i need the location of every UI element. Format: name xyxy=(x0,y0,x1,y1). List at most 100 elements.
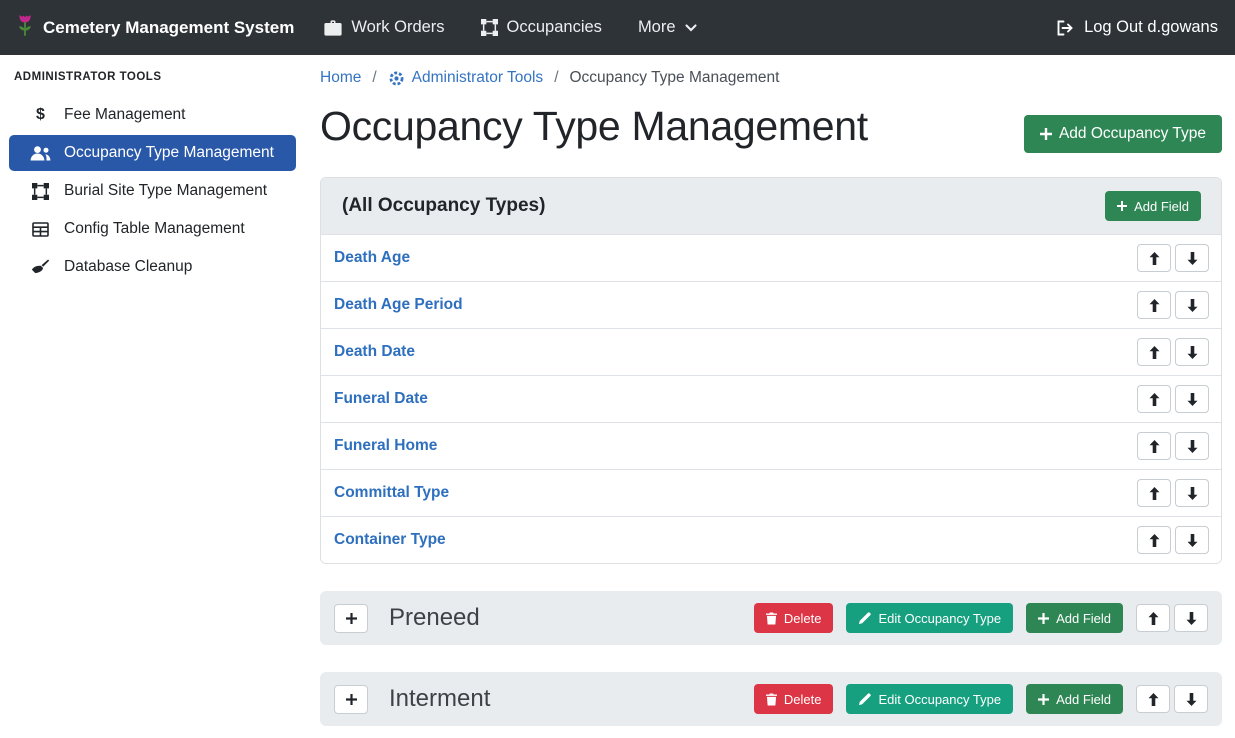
arrow-up-icon xyxy=(1149,299,1160,312)
section-actions: Delete Edit Occupancy Type Add Field xyxy=(754,603,1208,633)
sidebar-header: Administrator Tools xyxy=(0,63,305,95)
sidebar-item-label: Occupancy Type Management xyxy=(64,144,274,162)
move-up-button[interactable] xyxy=(1137,291,1171,319)
edit-occupancy-type-button[interactable]: Edit Occupancy Type xyxy=(846,603,1013,633)
move-up-button[interactable] xyxy=(1136,604,1170,632)
sidebar: Administrator Tools $Fee Management Occup… xyxy=(0,55,305,738)
sidebar-item-burial-site-type-management[interactable]: Burial Site Type Management xyxy=(9,173,296,209)
nav-item-occupancies[interactable]: Occupancies xyxy=(481,18,602,37)
arrow-down-icon xyxy=(1187,252,1198,265)
table-icon xyxy=(32,222,49,237)
chevron-down-icon xyxy=(685,24,697,32)
arrow-up-icon xyxy=(1149,487,1160,500)
arrow-up-icon xyxy=(1148,612,1159,625)
move-down-button[interactable] xyxy=(1175,526,1209,554)
nav-item-work-orders[interactable]: Work Orders xyxy=(324,18,444,37)
pencil-icon xyxy=(858,612,871,625)
delete-section-button[interactable]: Delete xyxy=(754,603,834,633)
field-link[interactable]: Funeral Home xyxy=(334,437,437,455)
field-row: Death Age Period xyxy=(321,281,1221,328)
add-occupancy-type-button[interactable]: Add Occupancy Type xyxy=(1024,115,1222,153)
move-down-button[interactable] xyxy=(1175,385,1209,413)
occupancy-type-sections: PreneedDeleteEdit Occupancy TypeAdd Fiel… xyxy=(320,591,1222,726)
field-link[interactable]: Death Date xyxy=(334,343,415,361)
move-up-button[interactable] xyxy=(1137,385,1171,413)
breadcrumb-home-link[interactable]: Home xyxy=(320,69,361,87)
card-title: (All Occupancy Types) xyxy=(342,195,545,217)
arrow-up-icon xyxy=(1149,252,1160,265)
sidebar-item-label: Burial Site Type Management xyxy=(64,182,267,200)
reorder-controls xyxy=(1137,432,1209,460)
arrow-down-icon xyxy=(1186,612,1197,625)
add-field-button[interactable]: Add Field xyxy=(1105,191,1201,221)
reorder-controls xyxy=(1137,291,1209,319)
occupancy-type-section-preneed: PreneedDeleteEdit Occupancy TypeAdd Fiel… xyxy=(320,591,1222,645)
move-down-button[interactable] xyxy=(1175,291,1209,319)
move-down-button[interactable] xyxy=(1175,244,1209,272)
move-up-button[interactable] xyxy=(1137,244,1171,272)
move-down-button[interactable] xyxy=(1174,604,1208,632)
section-actions: Delete Edit Occupancy Type Add Field xyxy=(754,684,1208,714)
field-row: Funeral Home xyxy=(321,422,1221,469)
arrow-down-icon xyxy=(1187,393,1198,406)
logout-label: Log Out d.gowans xyxy=(1084,18,1218,37)
sidebar-item-database-cleanup[interactable]: Database Cleanup xyxy=(9,249,296,285)
plus-icon xyxy=(1038,694,1049,705)
edit-occupancy-type-button[interactable]: Edit Occupancy Type xyxy=(846,684,1013,714)
move-down-button[interactable] xyxy=(1174,685,1208,713)
arrow-down-icon xyxy=(1187,440,1198,453)
gear-icon xyxy=(388,70,405,87)
move-up-button[interactable] xyxy=(1137,526,1171,554)
logout-icon xyxy=(1056,20,1075,36)
card-header: (All Occupancy Types) Add Field xyxy=(321,178,1221,234)
move-up-button[interactable] xyxy=(1137,338,1171,366)
reorder-controls xyxy=(1136,685,1208,713)
arrow-down-icon xyxy=(1187,534,1198,547)
arrow-down-icon xyxy=(1186,693,1197,706)
arrow-up-icon xyxy=(1149,440,1160,453)
work-orders-icon xyxy=(324,20,342,36)
occupancy-type-section-interment: Interment Delete Edit Occupancy Type Add Fi… xyxy=(320,672,1222,726)
vector-square-icon xyxy=(32,183,49,200)
sidebar-item-config-table-management[interactable]: Config Table Management xyxy=(9,211,296,247)
sidebar-item-fee-management[interactable]: $Fee Management xyxy=(9,97,296,133)
field-link[interactable]: Container Type xyxy=(334,531,446,549)
move-down-button[interactable] xyxy=(1175,338,1209,366)
field-row: Funeral Date xyxy=(321,375,1221,422)
field-link[interactable]: Death Age xyxy=(334,249,410,267)
sidebar-item-label: Config Table Management xyxy=(64,220,245,238)
move-up-button[interactable] xyxy=(1137,432,1171,460)
field-link[interactable]: Funeral Date xyxy=(334,390,428,408)
top-navbar: Cemetery Management System Work Orders Oc… xyxy=(0,0,1235,55)
reorder-controls xyxy=(1137,338,1209,366)
sidebar-item-occupancy-type-management[interactable]: Occupancy Type Management xyxy=(9,135,296,171)
expand-section-button[interactable] xyxy=(334,604,368,633)
app-brand[interactable]: Cemetery Management System xyxy=(17,14,294,41)
add-field-button[interactable]: Add Field xyxy=(1026,684,1123,714)
trash-icon xyxy=(766,612,777,625)
move-up-button[interactable] xyxy=(1137,479,1171,507)
fields-list: Death Age Death Age Period Death Date Funer… xyxy=(321,234,1221,563)
move-up-button[interactable] xyxy=(1136,685,1170,713)
breadcrumb-separator: / xyxy=(554,69,558,87)
delete-section-button[interactable]: Delete xyxy=(754,684,834,714)
logout-button[interactable]: Log Out d.gowans xyxy=(1056,18,1218,37)
move-down-button[interactable] xyxy=(1175,432,1209,460)
nav-item-more[interactable]: More xyxy=(638,18,697,37)
field-link[interactable]: Committal Type xyxy=(334,484,449,502)
move-down-button[interactable] xyxy=(1175,479,1209,507)
breadcrumb-admin-tools-link[interactable]: Administrator Tools xyxy=(388,69,544,87)
sidebar-items: $Fee Management Occupancy Type Management… xyxy=(0,97,305,285)
field-row: Death Date xyxy=(321,328,1221,375)
navbar-menu: Work Orders Occupancies More xyxy=(324,18,696,37)
add-field-button[interactable]: Add Field xyxy=(1026,603,1123,633)
field-row: Container Type xyxy=(321,516,1221,563)
reorder-controls xyxy=(1137,244,1209,272)
pencil-icon xyxy=(858,693,871,706)
section-title: Interment xyxy=(389,685,490,713)
expand-section-button[interactable] xyxy=(334,685,368,714)
reorder-controls xyxy=(1137,479,1209,507)
plus-icon xyxy=(346,694,357,705)
field-link[interactable]: Death Age Period xyxy=(334,296,463,314)
trash-icon xyxy=(766,693,777,706)
